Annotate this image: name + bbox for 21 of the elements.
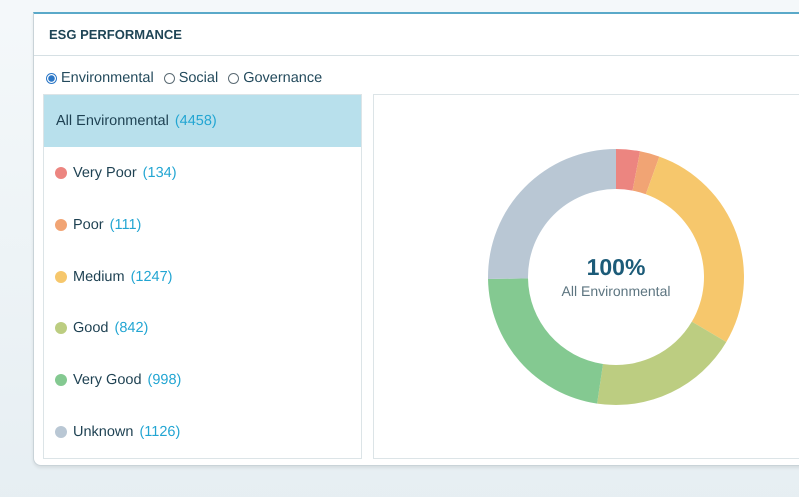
category-count: (1247) [130,268,172,284]
category-label: Very Poor [73,164,137,181]
category-count: (998) [148,372,182,388]
category-label: Good [73,320,108,336]
panel-title: ESG PERFORMANCE [49,27,182,42]
category-label: Very Good [73,372,142,388]
radio-option[interactable]: Environmental [46,70,154,86]
category-item[interactable]: All Environmental (4458) [44,95,361,147]
center-label: All Environmental [562,283,670,299]
center-value: 100% [586,254,646,281]
radio-option[interactable]: Governance [228,70,322,86]
category-label: All Environmental [56,112,169,129]
category-label: Poor [73,216,104,233]
radio-option[interactable]: Social [164,70,218,86]
category-count: (842) [114,320,148,336]
category-label: Medium [73,268,125,284]
category-count: (4458) [174,112,217,129]
category-count: (134) [142,164,177,181]
category-label: Unknown [73,424,134,440]
category-count: (1126) [139,424,180,440]
category-count: (111) [110,216,142,233]
